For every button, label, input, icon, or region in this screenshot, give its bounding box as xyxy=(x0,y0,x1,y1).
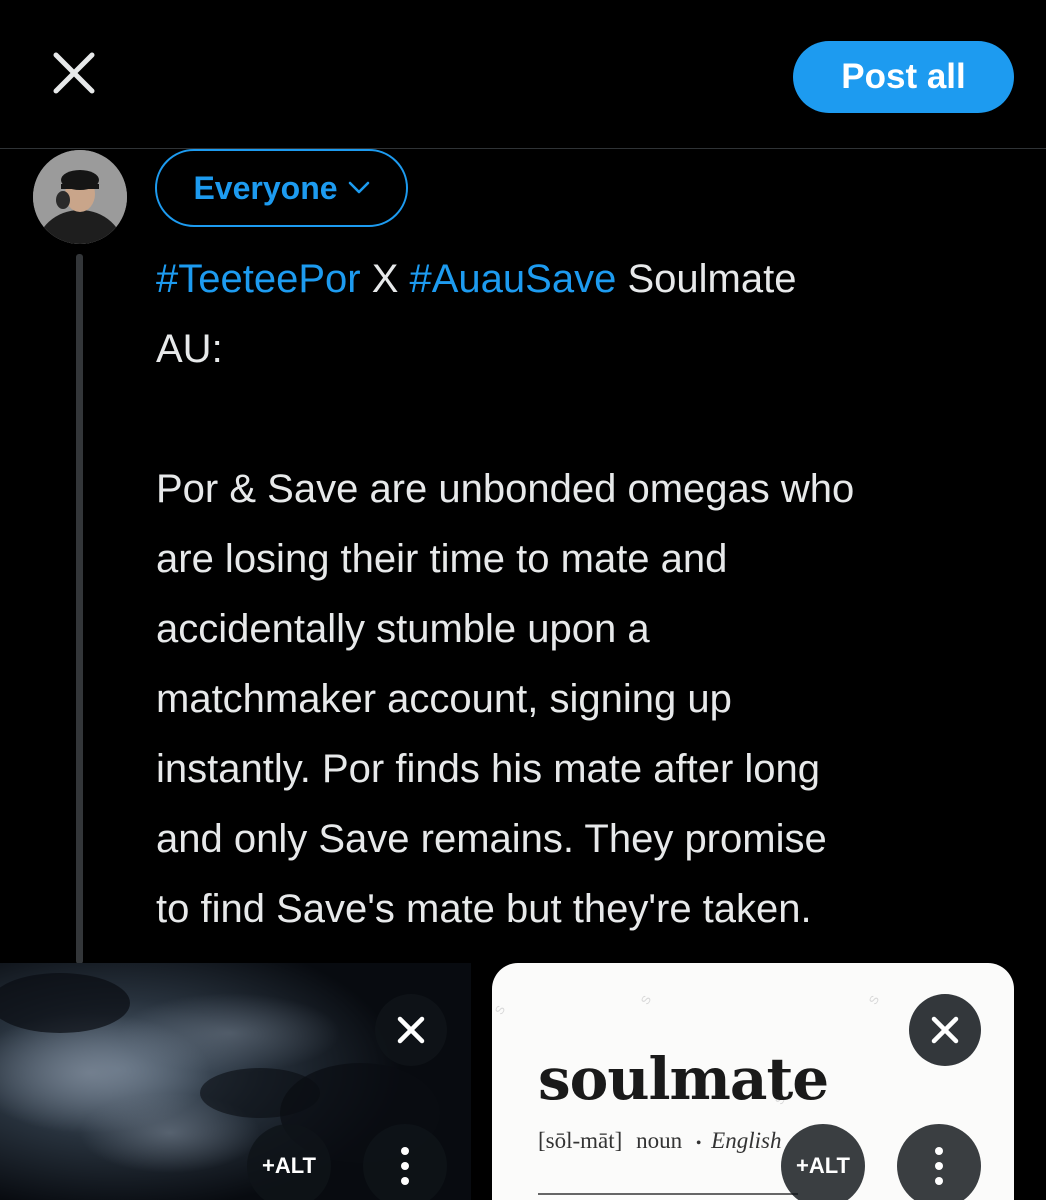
composer-header: Post all xyxy=(0,0,1046,149)
language-text: English xyxy=(711,1128,782,1153)
pronunciation-text: [sōl-māt] xyxy=(538,1128,623,1153)
tweet-line: are losing their time to mate and xyxy=(156,537,728,581)
definition-word: soulmate xyxy=(538,1045,829,1113)
media-more-button[interactable] xyxy=(363,1124,447,1200)
hashtag-link[interactable]: #TeeteePor xyxy=(156,257,361,301)
remove-media-button[interactable] xyxy=(909,994,981,1066)
audience-label: Everyone xyxy=(193,169,338,206)
close-icon xyxy=(931,1016,959,1044)
hashtag-link[interactable]: #AuauSave xyxy=(410,257,617,301)
media-attachment-clouds[interactable]: +ALT xyxy=(0,963,471,1200)
close-button[interactable] xyxy=(44,43,104,103)
tweet-text-segment: X xyxy=(360,257,410,301)
media-attachment-definition[interactable]: S S S S soulmate [sōl-māt] noun • Englis… xyxy=(492,963,1014,1200)
tweet-text-segment: Soulmate xyxy=(616,257,797,301)
watermark: S xyxy=(637,993,655,1007)
add-alt-text-button[interactable]: +ALT xyxy=(247,1124,331,1200)
tweet-line: accidentally stumble upon a xyxy=(156,607,650,651)
watermark: S xyxy=(865,993,883,1007)
remove-media-button[interactable] xyxy=(375,994,447,1066)
bullet-separator: • xyxy=(695,1135,702,1152)
close-icon xyxy=(397,1016,425,1044)
tweet-line: AU: xyxy=(156,327,223,371)
chevron-down-icon xyxy=(348,181,369,194)
divider xyxy=(538,1193,798,1195)
thread-line xyxy=(76,254,83,964)
post-all-button[interactable]: Post all xyxy=(793,41,1014,113)
more-vertical-icon xyxy=(401,1147,409,1185)
audience-selector[interactable]: Everyone xyxy=(155,149,408,227)
close-icon xyxy=(53,52,95,94)
tweet-line: and only Save remains. They promise xyxy=(156,817,827,861)
add-alt-text-button[interactable]: +ALT xyxy=(781,1124,865,1200)
tweet-line: matchmaker account, signing up xyxy=(156,677,732,721)
media-more-button[interactable] xyxy=(897,1124,981,1200)
more-vertical-icon xyxy=(935,1147,943,1185)
definition-pronunciation: [sōl-māt] noun • English xyxy=(538,1128,781,1154)
avatar-image xyxy=(33,150,127,244)
tweet-text-area[interactable]: #TeeteePor X #AuauSave Soulmate AU: Por … xyxy=(156,244,1026,944)
watermark: S xyxy=(492,1003,509,1017)
tweet-line: #TeeteePor X #AuauSave Soulmate xyxy=(156,244,1026,314)
avatar[interactable] xyxy=(33,150,127,244)
tweet-line: instantly. Por finds his mate after long xyxy=(156,747,821,791)
part-of-speech: noun xyxy=(636,1128,683,1153)
tweet-line: to find Save's mate but they're taken. xyxy=(156,887,812,931)
tweet-line: Por & Save are unbonded omegas who xyxy=(156,467,855,511)
